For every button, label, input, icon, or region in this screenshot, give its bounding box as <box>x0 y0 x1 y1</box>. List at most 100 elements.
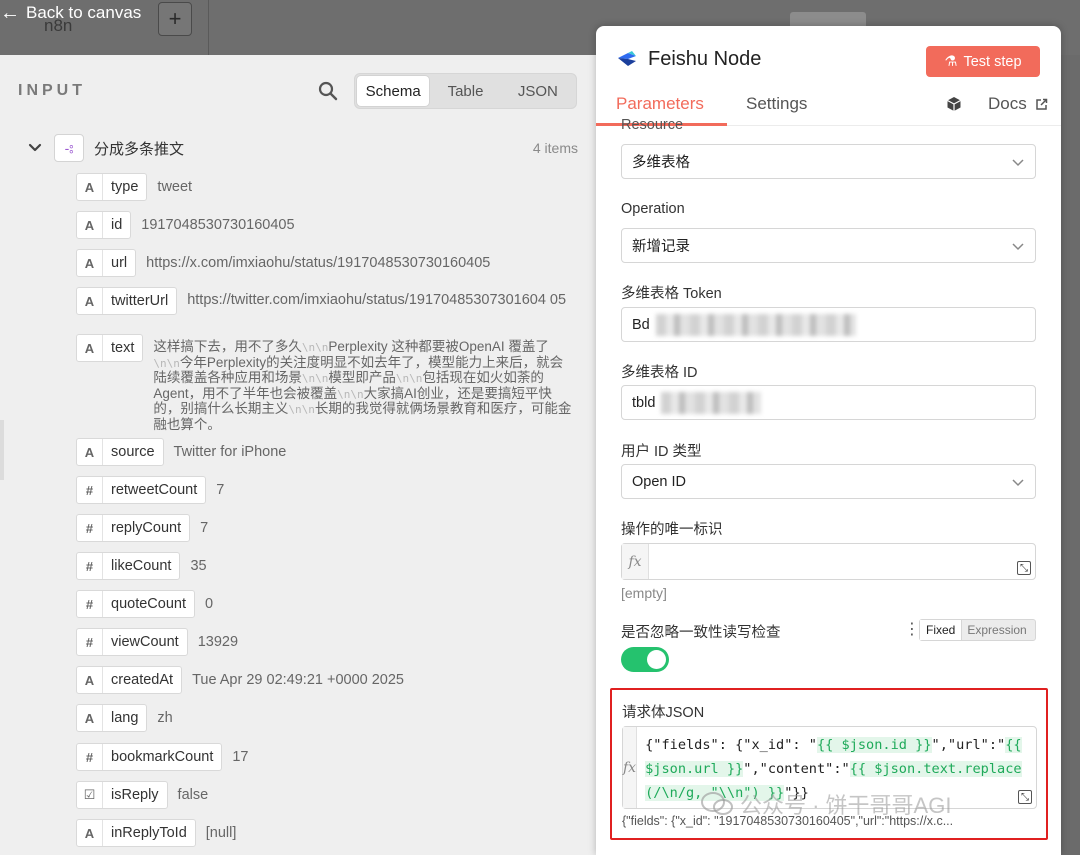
schema-field-likecount[interactable]: # likeCount 35 <box>76 552 207 580</box>
string-type-icon: A <box>77 705 103 731</box>
operation-select[interactable]: 新增记录 <box>621 228 1036 263</box>
newline-escape: \n\n <box>301 372 329 385</box>
schema-field-isreply[interactable]: ☑ isReply false <box>76 781 208 809</box>
redacted-value <box>661 391 762 414</box>
ignore-check-label: 是否忽略一致性读写检查 <box>621 625 781 641</box>
workflow-name: n8n <box>44 16 73 35</box>
field-value: tweet <box>157 179 193 195</box>
chevron-down-icon[interactable] <box>26 139 44 157</box>
resource-value: 多维表格 <box>632 155 690 171</box>
schema-field-url[interactable]: Aurl https://x.com/imxiaohu/status/19170… <box>76 249 490 277</box>
field-value: [null] <box>205 825 237 841</box>
add-node-button[interactable]: + <box>158 2 192 36</box>
string-type-icon: A <box>77 212 103 238</box>
string-type-icon: A <box>77 288 103 314</box>
table-id-input[interactable]: tbld <box>621 385 1036 420</box>
field-name: viewCount <box>111 634 179 650</box>
number-type-icon: # <box>77 477 103 503</box>
fx-icon: fx <box>622 544 649 579</box>
flask-icon: ⚗ <box>944 53 958 70</box>
field-value: https://twitter.com/imxiaohu/status/1917… <box>187 292 567 308</box>
watermark: 公众号 · 饼干哥哥AGI <box>700 788 951 820</box>
tab-settings[interactable]: Settings <box>746 94 807 114</box>
canvas-divider <box>208 0 209 55</box>
node-header: Feishu Node <box>616 48 761 71</box>
schema-field-replycount[interactable]: # replyCount 7 <box>76 514 208 542</box>
schema-field-lang[interactable]: Alang zh <box>76 704 173 732</box>
schema-field-id[interactable]: Aid 1917048530730160405 <box>76 211 295 239</box>
field-name: likeCount <box>111 558 172 574</box>
expand-icon[interactable]: ⤡ <box>1018 790 1032 804</box>
field-value: 7 <box>200 520 209 536</box>
json-expression-token: {{ $json.id }} <box>816 737 932 753</box>
string-type-icon: A <box>77 174 103 200</box>
chevron-down-icon <box>1012 242 1024 250</box>
table-id-value: tbld <box>632 394 656 411</box>
left-edge-handle[interactable] <box>0 420 4 480</box>
user-id-type-label: 用户 ID 类型 <box>621 444 702 460</box>
tab-schema[interactable]: Schema <box>357 76 430 106</box>
resource-label: Resource <box>621 117 684 133</box>
docs-label: Docs <box>988 94 1027 113</box>
field-name: source <box>111 444 155 460</box>
schema-group-row[interactable]: -⦂ 分成多条推文 4 items <box>26 133 578 163</box>
test-step-button[interactable]: ⚗ Test step <box>926 46 1040 77</box>
search-icon[interactable] <box>318 81 338 101</box>
ignore-check-switch[interactable] <box>621 647 669 672</box>
string-type-icon: A <box>77 250 103 276</box>
string-type-icon: A <box>77 335 103 361</box>
number-type-icon: # <box>77 553 103 579</box>
field-name: createdAt <box>111 672 174 688</box>
switch-knob <box>647 650 666 669</box>
field-name: retweetCount <box>111 482 198 498</box>
node-title: Feishu Node <box>648 48 762 70</box>
operation-label: Operation <box>621 201 685 217</box>
view-mode-tabs: Schema Table JSON <box>354 73 577 109</box>
user-id-type-value: Open ID <box>632 473 686 490</box>
tab-json[interactable]: JSON <box>502 76 574 106</box>
input-panel-title: INPUT <box>18 82 86 99</box>
schema-field-type[interactable]: Atype tweet <box>76 173 192 201</box>
fixed-expression-toggle[interactable]: Fixed Expression <box>919 619 1036 641</box>
unique-id-expression-input[interactable]: fx ⤡ <box>621 543 1036 580</box>
user-id-type-select[interactable]: Open ID <box>621 464 1036 499</box>
mode-fixed[interactable]: Fixed <box>920 620 963 640</box>
field-name: id <box>111 217 123 233</box>
string-type-icon: A <box>77 439 103 465</box>
token-input[interactable]: Bd <box>621 307 1036 342</box>
number-type-icon: # <box>77 515 103 541</box>
schema-field-twitterurl[interactable]: AtwitterUrl https://twitter.com/imxiaohu… <box>76 287 582 315</box>
operation-value: 新增记录 <box>632 239 690 255</box>
expand-icon[interactable]: ⤡ <box>1017 561 1031 575</box>
field-name: replyCount <box>111 520 182 536</box>
schema-field-bookmarkcount[interactable]: # bookmarkCount 17 <box>76 743 249 771</box>
request-body-json-label: 请求体JSON <box>622 705 705 721</box>
schema-field-quotecount[interactable]: # quoteCount 0 <box>76 590 213 618</box>
schema-field-source[interactable]: Asource Twitter for iPhone <box>76 438 286 466</box>
schema-field-viewcount[interactable]: # viewCount 13929 <box>76 628 238 656</box>
field-value: 35 <box>190 558 207 574</box>
newline-escape: \n\n <box>301 341 329 354</box>
token-label: 多维表格 Token <box>621 286 722 302</box>
external-link-icon <box>1035 98 1047 110</box>
watermark-text: 公众号 · 饼干哥哥AGI <box>740 793 952 818</box>
tab-parameters[interactable]: Parameters <box>616 94 704 114</box>
tab-table[interactable]: Table <box>429 76 501 106</box>
newline-escape: \n\n <box>153 356 180 370</box>
empty-hint: [empty] <box>621 585 667 601</box>
schema-field-createdat[interactable]: AcreatedAt Tue Apr 29 02:49:21 +0000 202… <box>76 666 404 694</box>
json-literal: ","content":" <box>743 761 850 777</box>
split-node-icon: -⦂ <box>54 134 84 162</box>
docs-link[interactable]: Docs <box>946 94 1048 114</box>
resource-select[interactable]: 多维表格 <box>621 144 1036 179</box>
schema-field-inreplytoid[interactable]: AinReplyToId [null] <box>76 819 236 847</box>
field-value: 7 <box>216 482 225 498</box>
more-options-icon[interactable]: ⋮ <box>904 622 920 638</box>
schema-field-text[interactable]: Atext 这样搞下去，用不了多久\n\nPerplexity 这种都要被Ope… <box>76 334 575 432</box>
field-name: twitterUrl <box>111 293 169 309</box>
number-type-icon: # <box>77 591 103 617</box>
mode-expression[interactable]: Expression <box>962 620 1031 640</box>
chevron-down-icon <box>1012 158 1024 166</box>
schema-field-retweetcount[interactable]: # retweetCount 7 <box>76 476 224 504</box>
boolean-type-icon: ☑ <box>77 782 103 808</box>
